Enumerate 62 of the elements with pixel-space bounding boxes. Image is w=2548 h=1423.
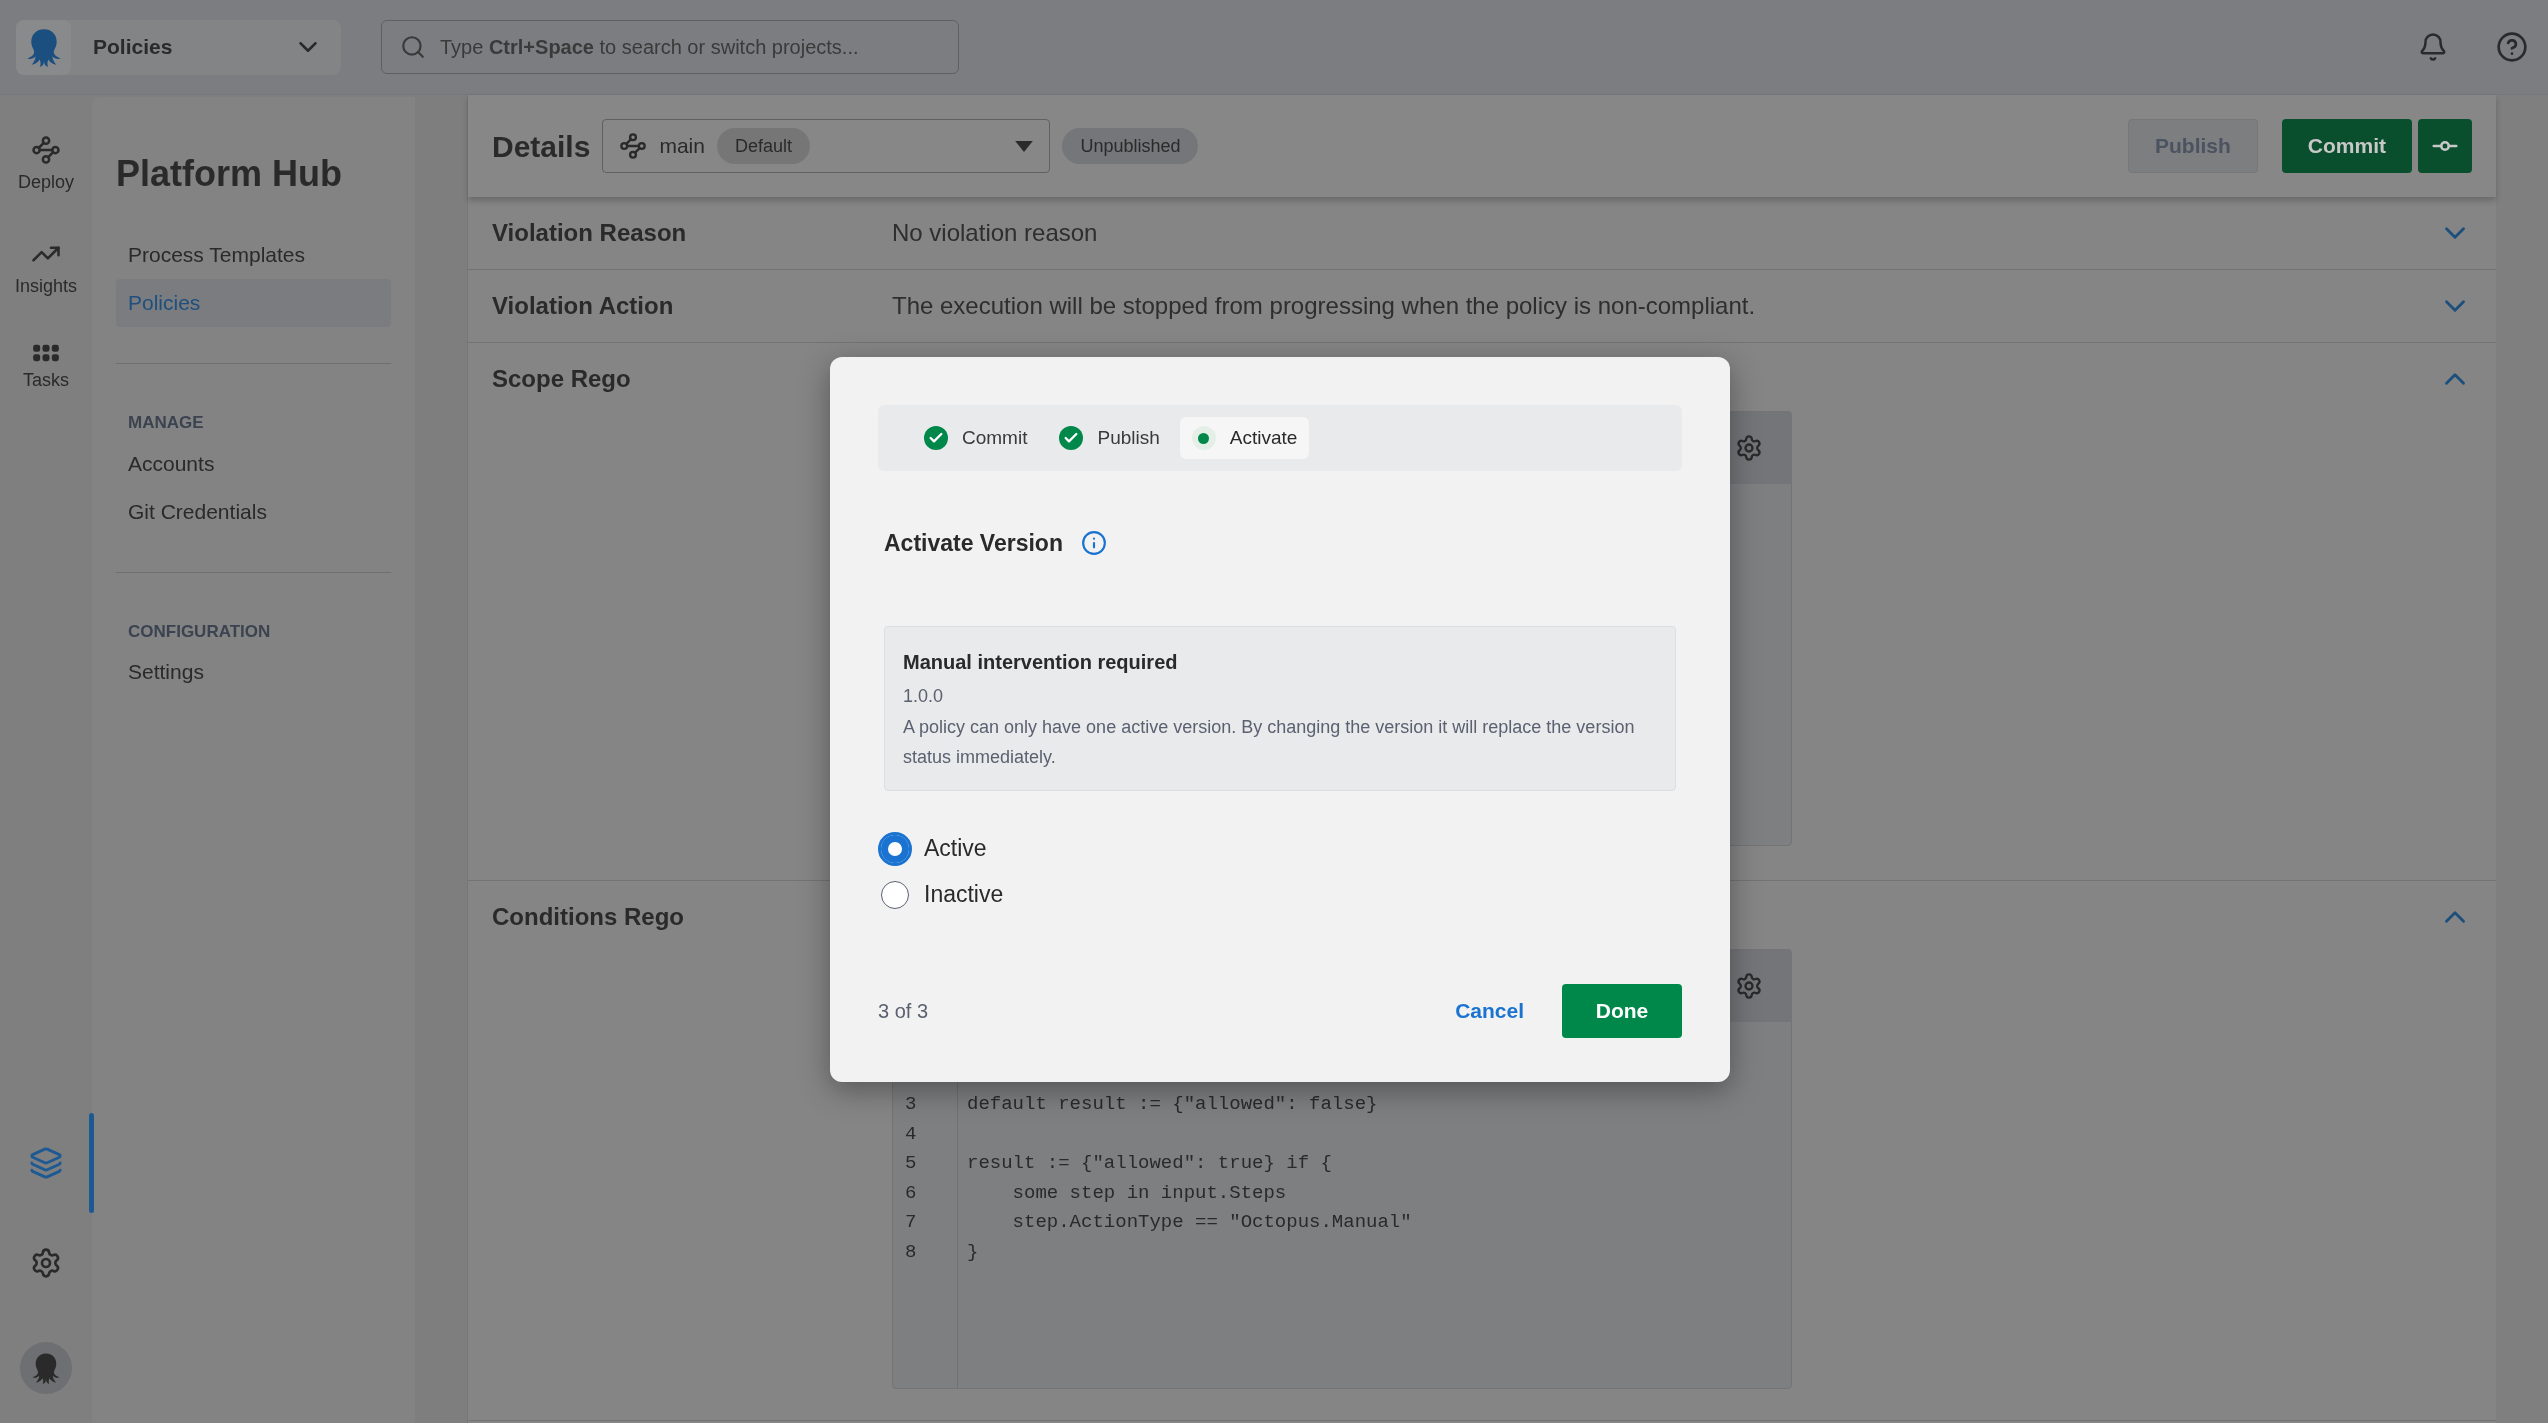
line-number: 4 — [904, 1121, 918, 1147]
dialog-title: Activate Version — [884, 529, 1063, 558]
route-icon — [31, 135, 61, 165]
section-heading: CONFIGURATION — [127, 620, 272, 643]
row-value: The execution will be stopped from progressing when the policy is non-compliant. — [892, 291, 1757, 321]
radio-label[interactable]: Inactive — [924, 877, 1004, 912]
avatar[interactable] — [20, 1342, 72, 1394]
notice-title: Manual intervention required — [903, 649, 1179, 675]
row-label: Conditions Rego — [492, 902, 685, 932]
code-line: step.ActionType == "Octopus.Manual" — [1011, 1211, 1412, 1233]
radio-label[interactable]: Active — [924, 831, 987, 866]
branch-icon — [619, 132, 648, 160]
section-heading: MANAGE — [127, 412, 205, 434]
line-number: 3 — [904, 1092, 918, 1117]
cancel-button[interactable]: Cancel — [1443, 984, 1536, 1038]
sidebar-item[interactable]: Policies — [116, 279, 391, 327]
code-line: result := {"allowed": true} if { — [967, 1152, 1332, 1174]
settings-icon[interactable] — [1735, 434, 1763, 462]
rail-label[interactable]: Insights — [14, 273, 77, 300]
done-button[interactable]: Done — [1562, 984, 1682, 1038]
commit-options-button[interactable] — [2418, 119, 2472, 173]
search-icon — [400, 34, 426, 60]
row-label: Violation Reason — [492, 218, 688, 248]
step-tab[interactable]: Publish — [1047, 417, 1172, 459]
sidebar-item[interactable]: Process Templates — [116, 231, 391, 279]
step-tab[interactable]: Commit — [912, 417, 1040, 459]
row-label: Violation Action — [492, 291, 675, 321]
code-line: default result := {"allowed": false} — [967, 1093, 1378, 1115]
current-step-icon — [1191, 426, 1216, 450]
notice-text: A policy can only have one active version. By changing the version it will replace the version status immediately. — [903, 715, 1636, 769]
bell-icon[interactable] — [2418, 32, 2448, 62]
line-number: 8 — [904, 1239, 918, 1265]
version-label: 1.0.0 — [903, 684, 945, 708]
sidebar-item[interactable]: Settings — [116, 648, 391, 696]
branch-name: main — [659, 133, 705, 160]
line-number: 7 — [904, 1210, 918, 1235]
row-value: No violation reason — [892, 218, 1099, 248]
status-badge: Unpublished — [1062, 128, 1199, 164]
code-line: some step in input.Steps — [1011, 1181, 1287, 1204]
sidebar-item[interactable]: Git Credentials — [116, 487, 391, 536]
info-icon[interactable] — [1080, 530, 1107, 557]
commit-button[interactable]: Commit — [2281, 119, 2412, 173]
dots-grid-icon — [32, 343, 60, 363]
settings-icon[interactable] — [30, 1247, 62, 1279]
line-number: 5 — [904, 1151, 918, 1176]
default-badge: Default — [716, 128, 810, 164]
details-title: Details — [492, 128, 591, 165]
help-icon[interactable] — [2496, 31, 2528, 63]
sidebar-item[interactable]: Accounts — [116, 439, 391, 488]
row-label: Scope Rego — [492, 364, 632, 394]
rail-label[interactable]: Tasks — [23, 367, 69, 394]
rail-label[interactable]: Deploy — [18, 169, 74, 196]
space-selector[interactable]: Policies — [16, 19, 341, 75]
search-field[interactable]: Type Ctrl+Space to search or switch projects... — [381, 20, 959, 74]
settings-icon[interactable] — [1735, 972, 1763, 1000]
branch-selector[interactable]: main Default — [602, 119, 1051, 173]
step-tab[interactable]: Activate — [1179, 417, 1310, 459]
line-number: 6 — [904, 1180, 918, 1206]
dropdown-caret-icon — [1015, 140, 1034, 152]
sidebar-title: Platform Hub — [116, 152, 343, 196]
radio-button[interactable] — [878, 831, 912, 866]
code-line: } — [967, 1240, 979, 1263]
